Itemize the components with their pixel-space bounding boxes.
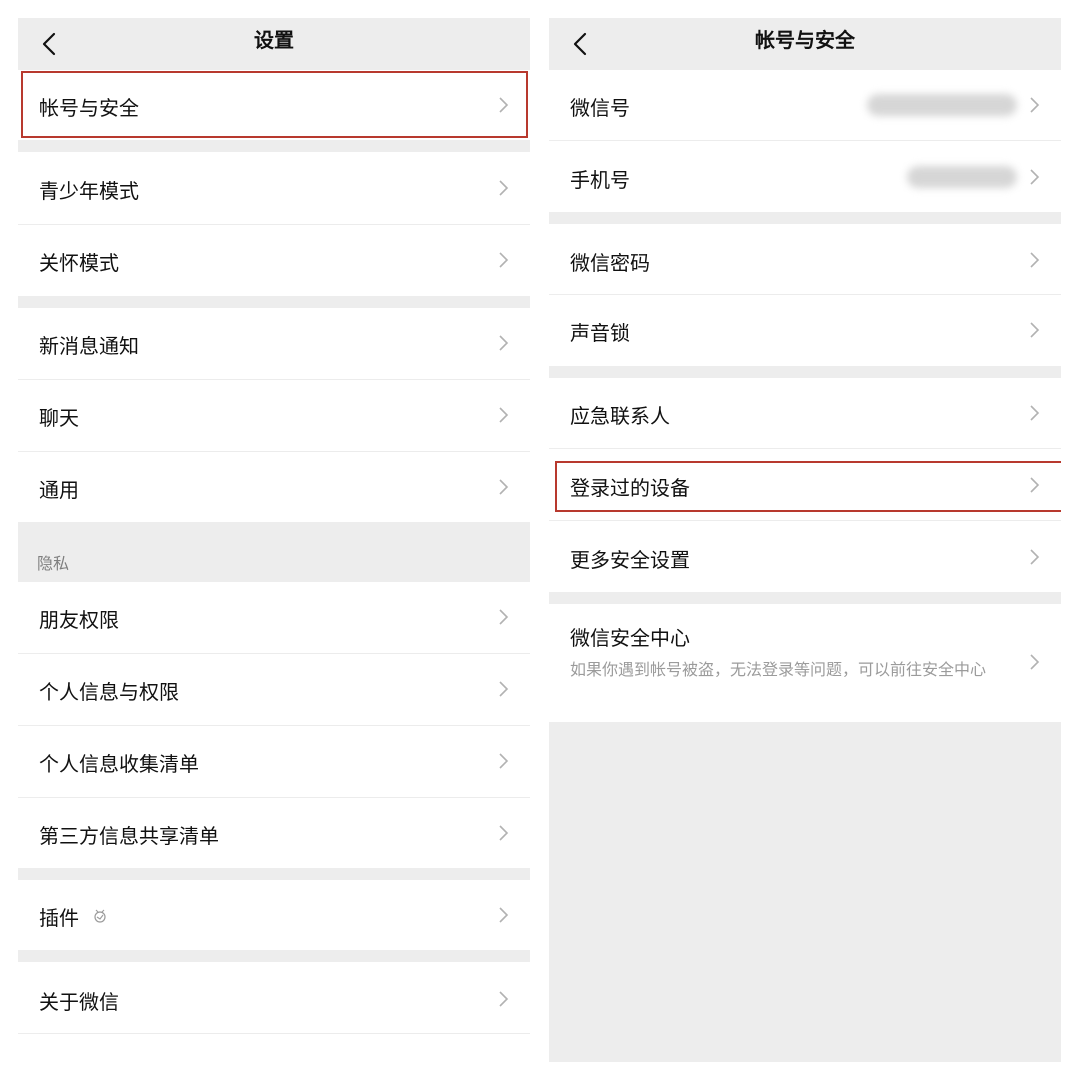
plugin-icon bbox=[94, 909, 106, 923]
item-label: 更多安全设置 bbox=[570, 548, 690, 572]
account-item-password[interactable]: 微信密码 bbox=[549, 224, 1061, 294]
chevron-right-icon bbox=[499, 479, 509, 495]
item-label: 朋友权限 bbox=[39, 608, 119, 632]
settings-item-general[interactable]: 通用 bbox=[18, 452, 530, 522]
page-title: 帐号与安全 bbox=[755, 28, 855, 52]
account-item-emergency-contact[interactable]: 应急联系人 bbox=[549, 378, 1061, 448]
blurred-value bbox=[907, 166, 1017, 188]
nav-bar: 帐号与安全 bbox=[549, 18, 1061, 70]
chevron-right-icon bbox=[1030, 169, 1040, 185]
chevron-right-icon bbox=[499, 609, 509, 625]
settings-item-teen-mode[interactable]: 青少年模式 bbox=[18, 152, 530, 224]
settings-item-new-message[interactable]: 新消息通知 bbox=[18, 308, 530, 379]
chevron-right-icon bbox=[1030, 477, 1040, 493]
item-label: 微信号 bbox=[570, 96, 630, 120]
chevron-right-icon bbox=[499, 991, 509, 1007]
nav-bar: 设置 bbox=[18, 18, 530, 70]
chevron-right-icon bbox=[1030, 654, 1040, 670]
settings-item-chat[interactable]: 聊天 bbox=[18, 380, 530, 451]
chevron-right-icon bbox=[1030, 322, 1040, 338]
blurred-value bbox=[867, 94, 1017, 116]
settings-item-about[interactable]: 关于微信 bbox=[18, 962, 530, 1033]
settings-item-friends-permission[interactable]: 朋友权限 bbox=[18, 582, 530, 653]
item-label: 个人信息与权限 bbox=[39, 680, 179, 704]
item-label: 通用 bbox=[39, 478, 79, 502]
item-label: 微信安全中心 bbox=[570, 626, 690, 650]
item-label: 声音锁 bbox=[570, 321, 630, 345]
page-title: 设置 bbox=[254, 28, 294, 52]
chevron-right-icon bbox=[499, 825, 509, 841]
chevron-right-icon bbox=[499, 335, 509, 351]
item-label: 手机号 bbox=[570, 168, 630, 192]
chevron-right-icon bbox=[499, 907, 509, 923]
account-item-wechat-id[interactable]: 微信号 bbox=[549, 70, 1061, 140]
item-label: 聊天 bbox=[39, 406, 79, 430]
settings-item-care-mode[interactable]: 关怀模式 bbox=[18, 225, 530, 296]
back-icon[interactable] bbox=[567, 28, 595, 60]
item-label: 应急联系人 bbox=[570, 404, 670, 428]
item-label: 微信密码 bbox=[570, 251, 650, 275]
chevron-right-icon bbox=[1030, 405, 1040, 421]
item-label: 个人信息收集清单 bbox=[39, 752, 199, 776]
back-icon[interactable] bbox=[36, 28, 64, 60]
settings-item-personal-info-permission[interactable]: 个人信息与权限 bbox=[18, 654, 530, 725]
account-item-phone[interactable]: 手机号 bbox=[549, 141, 1061, 212]
settings-screen: 设置 帐号与安全 青少年模式 关怀模式 新消息通知 聊天 通用 隐私 朋友权限 … bbox=[18, 18, 530, 1062]
account-item-voice-lock[interactable]: 声音锁 bbox=[549, 295, 1061, 366]
item-label: 插件 bbox=[39, 906, 79, 930]
item-label: 第三方信息共享清单 bbox=[39, 824, 219, 848]
item-label: 新消息通知 bbox=[39, 334, 139, 358]
settings-item-personal-info-collection[interactable]: 个人信息收集清单 bbox=[18, 726, 530, 797]
chevron-right-icon bbox=[499, 252, 509, 268]
settings-item-partial[interactable] bbox=[18, 1034, 530, 1062]
settings-item-account-security[interactable]: 帐号与安全 bbox=[18, 70, 530, 140]
account-item-security-center[interactable]: 微信安全中心 如果你遇到帐号被盗，无法登录等问题，可以前往安全中心 bbox=[549, 604, 1061, 722]
account-item-logged-devices[interactable]: 登录过的设备 bbox=[549, 449, 1061, 520]
section-header-privacy: 隐私 bbox=[37, 554, 70, 573]
settings-item-third-party-sharing[interactable]: 第三方信息共享清单 bbox=[18, 798, 530, 868]
item-description: 如果你遇到帐号被盗，无法登录等问题，可以前往安全中心 bbox=[570, 660, 987, 679]
chevron-right-icon bbox=[499, 681, 509, 697]
chevron-right-icon bbox=[499, 407, 509, 423]
item-label: 关怀模式 bbox=[39, 251, 119, 275]
chevron-right-icon bbox=[1030, 549, 1040, 565]
item-label: 关于微信 bbox=[39, 990, 119, 1014]
settings-item-plugins[interactable]: 插件 bbox=[18, 880, 530, 950]
account-item-more-security[interactable]: 更多安全设置 bbox=[549, 521, 1061, 592]
chevron-right-icon bbox=[1030, 97, 1040, 113]
chevron-right-icon bbox=[499, 180, 509, 196]
chevron-right-icon bbox=[1030, 252, 1040, 268]
chevron-right-icon bbox=[499, 97, 509, 113]
chevron-right-icon bbox=[499, 753, 509, 769]
account-security-screen: 帐号与安全 微信号 手机号 微信密码 声音锁 应急联系人 登录过的设备 更多安全… bbox=[549, 18, 1061, 1062]
item-label: 登录过的设备 bbox=[570, 476, 690, 500]
item-label: 帐号与安全 bbox=[39, 96, 139, 120]
item-label: 青少年模式 bbox=[39, 179, 139, 203]
